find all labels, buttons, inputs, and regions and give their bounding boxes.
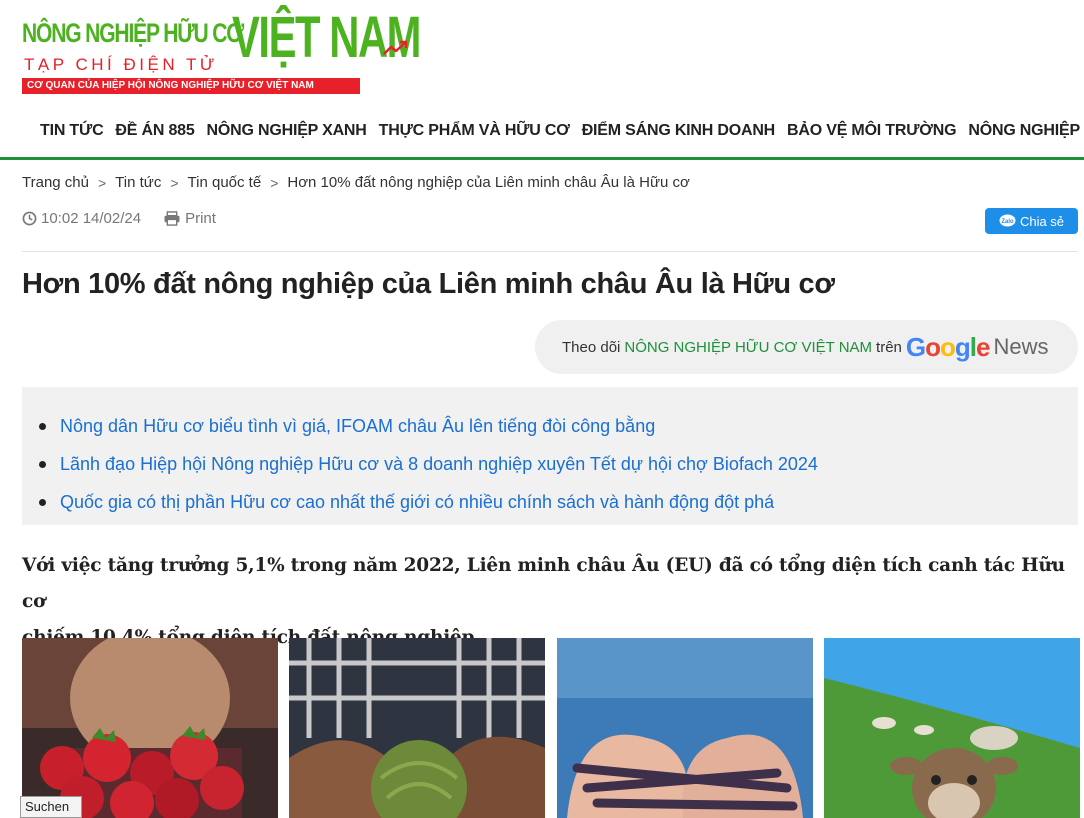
chevron-right-icon: > <box>97 174 107 191</box>
publish-datetime: 10:02 14/02/24 <box>41 210 142 227</box>
nav-item-diem-sang-kinh-doanh[interactable]: ĐIỂM SÁNG KINH DOANH <box>576 122 781 140</box>
nav-item-tin-tuc[interactable]: TIN TỨC <box>34 122 109 140</box>
list-item: Lãnh đạo Hiệp hội Nông nghiệp Hữu cơ và … <box>39 445 1078 483</box>
print-icon[interactable] <box>163 211 181 226</box>
article-image-collage <box>22 638 1080 818</box>
artichoke-image <box>289 638 545 818</box>
nav-item-bao-ve-moi-truong[interactable]: BẢO VỆ MÔI TRƯỜNG <box>781 122 962 140</box>
related-link[interactable]: Nông dân Hữu cơ biểu tình vì giá, IFOAM … <box>60 416 655 437</box>
chevron-right-icon: > <box>170 174 179 191</box>
strawberries-image <box>22 638 278 818</box>
logo-line1: NÔNG NGHIỆP HỮU CƠ <box>22 18 244 48</box>
google-news-follow[interactable]: Theo dõi NÔNG NGHIỆP HỮU CƠ VIỆT NAM trê… <box>535 320 1078 374</box>
search-tooltip[interactable]: Suchen <box>20 796 82 818</box>
related-link[interactable]: Lãnh đạo Hiệp hội Nông nghiệp Hữu cơ và … <box>60 454 818 475</box>
clock-icon <box>22 211 37 226</box>
breadcrumb-tin-tuc[interactable]: Tin tức <box>115 174 161 191</box>
main-nav: TIN TỨC ĐỀ ÁN 885 NÔNG NGHIỆP XANH THỰC … <box>0 104 1084 160</box>
google-logo: Google <box>905 331 991 362</box>
cow-pasture-image <box>824 638 1080 818</box>
svg-text:Zalo: Zalo <box>1001 219 1014 225</box>
gnews-brand: NÔNG NGHIỆP HỮU CƠ VIỆT NAM <box>624 338 873 356</box>
list-item: Nông dân Hữu cơ biểu tình vì giá, IFOAM … <box>39 407 1078 445</box>
chevron-right-icon: > <box>270 174 279 191</box>
site-header: NÔNG NGHIỆP HỮU CƠ VIỆT NAM TẠP CHÍ ĐIỆN… <box>0 0 1084 100</box>
logo-subtitle: TẠP CHÍ ĐIỆN TỬ <box>24 55 218 74</box>
breadcrumb-home[interactable]: Trang chủ <box>22 174 89 191</box>
logo-strip: CƠ QUAN CỦA HIỆP HỘI NÔNG NGHIỆP HỮU CƠ … <box>22 78 360 94</box>
gnews-news: News <box>993 334 1049 359</box>
related-articles: Nông dân Hữu cơ biểu tình vì giá, IFOAM … <box>22 387 1078 525</box>
gnews-on: trên <box>876 338 902 356</box>
lead-line-1: Với việc tăng trưởng 5,1% trong năm 2022… <box>22 555 1065 612</box>
breadcrumb-current: Hơn 10% đất nông nghiệp của Liên minh ch… <box>287 174 690 191</box>
breadcrumb-tin-quoc-te[interactable]: Tin quốc tế <box>188 174 262 191</box>
trending-up-icon[interactable] <box>382 38 410 58</box>
nav-item-nong-nghiep-xanh[interactable]: NÔNG NGHIỆP XANH <box>201 122 373 140</box>
print-link[interactable]: Print <box>185 210 216 227</box>
purple-beans-image <box>557 638 813 818</box>
share-button[interactable]: Zalo Chia sẻ <box>985 208 1078 234</box>
list-item: Quốc gia có thị phần Hữu cơ cao nhất thế… <box>39 483 1078 521</box>
bullet-icon <box>39 498 46 506</box>
bullet-icon <box>39 422 46 430</box>
related-link[interactable]: Quốc gia có thị phần Hữu cơ cao nhất thế… <box>60 492 774 513</box>
breadcrumb: Trang chủ > Tin tức > Tin quốc tế > Hơn … <box>22 174 690 191</box>
share-label: Chia sẻ <box>1019 213 1065 229</box>
article-title: Hơn 10% đất nông nghiệp của Liên minh ch… <box>22 268 835 300</box>
site-logo[interactable]: NÔNG NGHIỆP HỮU CƠ VIỆT NAM TẠP CHÍ ĐIỆN… <box>22 5 421 94</box>
gnews-prefix: Theo dõi <box>562 338 621 356</box>
divider <box>22 251 1078 252</box>
article-meta: 10:02 14/02/24 Print <box>22 210 216 227</box>
nav-item-thuc-pham-huu-co[interactable]: THỰC PHẨM VÀ HỮU CƠ <box>373 122 576 140</box>
zalo-icon: Zalo <box>999 214 1016 227</box>
bullet-icon <box>39 460 46 468</box>
nav-item-nong-nghiep[interactable]: NÔNG NGHIỆP <box>962 122 1084 140</box>
nav-item-de-an-885[interactable]: ĐỀ ÁN 885 <box>109 122 200 140</box>
